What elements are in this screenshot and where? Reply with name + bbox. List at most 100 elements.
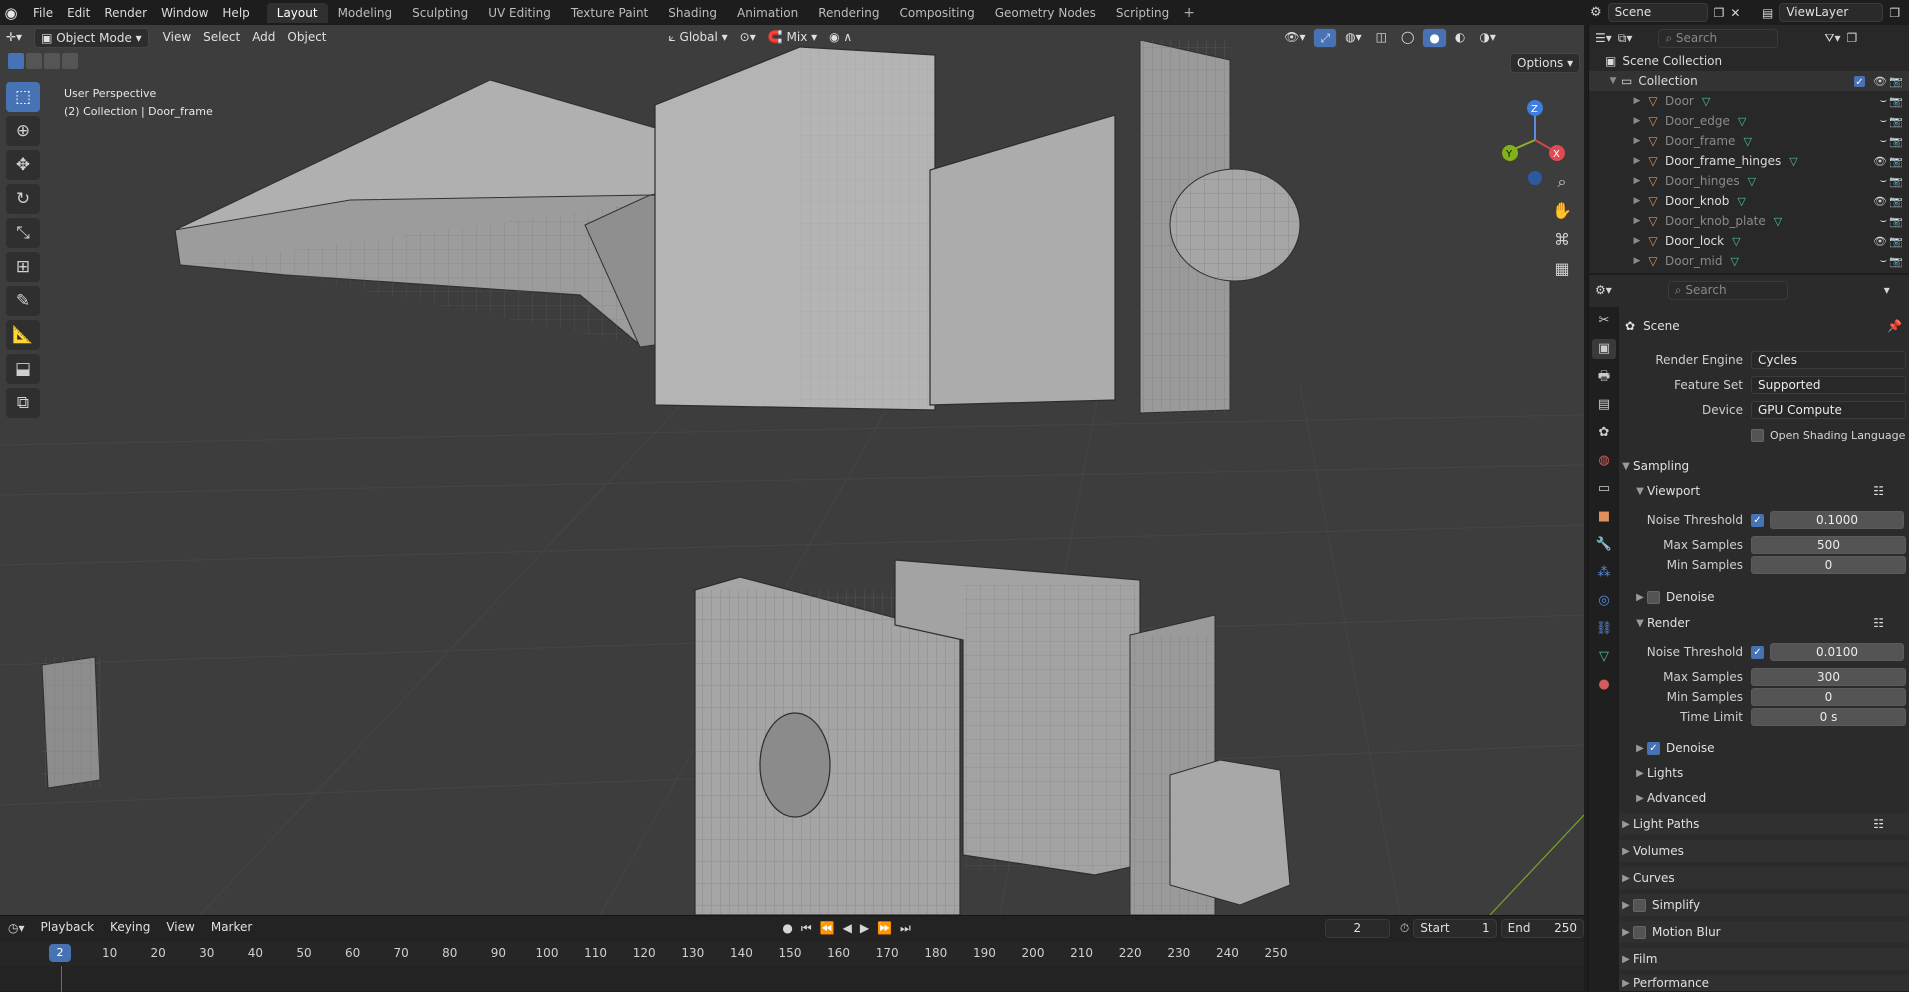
tab-layout[interactable]: Layout xyxy=(266,2,328,23)
properties-editor-type-icon[interactable]: ⚙▾ xyxy=(1595,283,1612,297)
feature-set-dropdown[interactable]: Supported xyxy=(1751,376,1906,394)
hidden-eye-icon[interactable]: ⌣ xyxy=(1880,214,1887,228)
menu-window[interactable]: Window xyxy=(154,6,215,20)
display-mode-icon[interactable]: ⧉▾ xyxy=(1618,31,1633,46)
viewport-presets-icon[interactable]: ☷ xyxy=(1873,484,1884,498)
render-camera-icon[interactable]: 📷 xyxy=(1889,215,1903,228)
curves-panel[interactable]: ▶ Curves xyxy=(1619,867,1909,889)
advanced-subpanel[interactable]: ▶ Advanced xyxy=(1619,787,1909,809)
viewport-menu-object[interactable]: Object xyxy=(281,28,332,48)
ortho-grid-icon[interactable]: ▦ xyxy=(1548,255,1576,283)
viewport-menu-add[interactable]: Add xyxy=(246,28,281,48)
light-paths-panel[interactable]: ▶ Light Paths ☷ xyxy=(1619,813,1909,835)
start-frame-field[interactable]: Start 1 xyxy=(1413,918,1497,938)
mode-dropdown[interactable]: ▣ Object Mode ▾ xyxy=(34,28,149,48)
simplify-panel[interactable]: ▶ Simplify xyxy=(1619,894,1909,916)
jump-end-icon[interactable]: ⏭ xyxy=(900,921,911,936)
prev-keyframe-icon[interactable]: ⏪ xyxy=(820,921,835,935)
light-paths-presets-icon[interactable]: ☷ xyxy=(1873,817,1884,831)
visibility-eye-icon[interactable]: 👁 xyxy=(1873,235,1887,248)
stopwatch-icon[interactable]: ⏱ xyxy=(1400,921,1409,936)
timeline-menu-keying[interactable]: Keying xyxy=(104,918,156,938)
vp-noise-threshold-field[interactable]: 0.1000 xyxy=(1770,511,1904,529)
hidden-eye-icon[interactable]: ⌣ xyxy=(1880,134,1887,148)
viewlayer-name-field[interactable]: ViewLayer xyxy=(1779,3,1884,22)
performance-panel[interactable]: ▶ Performance xyxy=(1619,975,1909,991)
tab-uv-editing[interactable]: UV Editing xyxy=(478,3,561,23)
material-tab-icon[interactable]: ● xyxy=(1592,675,1616,695)
properties-options-icon[interactable]: ▾ xyxy=(1884,283,1890,297)
vp-denoise-checkbox[interactable] xyxy=(1647,590,1660,604)
transform-tool-icon[interactable]: ⊞ xyxy=(6,252,40,282)
motion-blur-panel[interactable]: ▶ Motion Blur xyxy=(1619,921,1909,943)
outliner-item-door[interactable]: ▶ ▽ Door ▽ ⌣ 📷 xyxy=(1589,91,1909,111)
output-tab-icon[interactable]: 🖶 xyxy=(1592,367,1616,387)
new-scene-icon[interactable]: ❐ xyxy=(1714,6,1725,20)
tab-texture-paint[interactable]: Texture Paint xyxy=(561,3,658,23)
render-subpanel-header[interactable]: ▼ Render ☷ xyxy=(1619,612,1909,634)
select-extend-icon[interactable] xyxy=(26,53,42,69)
shading-rendered-icon[interactable]: ◑▾ xyxy=(1473,28,1502,48)
pan-hand-icon[interactable]: ✋ xyxy=(1548,197,1576,225)
render-camera-icon[interactable]: 📷 xyxy=(1889,115,1903,128)
collapse-icon[interactable]: ▼ xyxy=(1605,76,1621,86)
volumes-panel[interactable]: ▶ Volumes xyxy=(1619,840,1909,862)
render-camera-icon[interactable]: 📷 xyxy=(1889,95,1903,108)
collection-visibility-icon[interactable]: 👁 xyxy=(1873,75,1887,88)
new-viewlayer-icon[interactable]: ❐ xyxy=(1889,6,1900,20)
viewport-menu-view[interactable]: View xyxy=(157,28,197,48)
lights-subpanel[interactable]: ▶ Lights xyxy=(1619,762,1909,784)
scene-tab-icon[interactable]: ✿ xyxy=(1592,423,1616,443)
shading-solid-icon[interactable]: ● xyxy=(1422,28,1447,48)
play-icon[interactable]: ▶ xyxy=(860,921,869,935)
tab-modeling[interactable]: Modeling xyxy=(328,3,403,23)
outliner-item-door-mid[interactable]: ▶ ▽ Door_mid ▽ ⌣ 📷 xyxy=(1589,251,1909,271)
outliner-item-door-lock[interactable]: ▶ ▽ Door_lock ▽ 👁 📷 xyxy=(1589,231,1909,251)
viewlayer-icon[interactable]: ▤ xyxy=(1762,6,1773,20)
frame-ruler[interactable]: 2 10 20 30 40 50 60 70 80 90 100 110 120 130 140 150 16… xyxy=(0,942,1584,966)
vp-min-samples-field[interactable]: 0 xyxy=(1751,556,1906,574)
timeline-menu-view[interactable]: View xyxy=(160,918,200,938)
tool-tab-icon[interactable]: ✂ xyxy=(1592,311,1616,331)
hidden-eye-icon[interactable]: ⌣ xyxy=(1880,254,1887,268)
options-dropdown[interactable]: Options ▾ xyxy=(1510,53,1581,73)
hidden-eye-icon[interactable]: ⌣ xyxy=(1880,94,1887,108)
pin-icon[interactable]: 📌 xyxy=(1887,319,1902,333)
rotate-tool-icon[interactable]: ↻ xyxy=(6,184,40,214)
view-layer-tab-icon[interactable]: ▤ xyxy=(1592,395,1616,415)
zoom-icon[interactable]: ⌕ xyxy=(1548,168,1576,196)
render-presets-icon[interactable]: ☷ xyxy=(1873,616,1884,630)
playhead[interactable]: 2 xyxy=(49,944,71,962)
expand-icon[interactable]: ▶ xyxy=(1629,136,1645,146)
vp-denoise-subpanel[interactable]: ▶ Denoise xyxy=(1619,586,1909,608)
r-noise-threshold-field[interactable]: 0.0100 xyxy=(1770,643,1904,661)
viewport-subpanel-header[interactable]: ▼ Viewport ☷ xyxy=(1619,480,1909,502)
outliner-item-door-frame-hinges[interactable]: ▶ ▽ Door_frame_hinges ▽ 👁 📷 xyxy=(1589,151,1909,171)
measure-tool-icon[interactable]: 📐 xyxy=(6,320,40,350)
vp-noise-threshold-checkbox[interactable]: ✓ xyxy=(1751,513,1764,527)
timeline-menu-marker[interactable]: Marker xyxy=(205,918,258,938)
gizmo-toggle-icon[interactable]: ⤢ xyxy=(1313,28,1338,48)
world-tab-icon[interactable]: ◍ xyxy=(1592,451,1616,471)
visibility-icon[interactable]: 👁▾ xyxy=(1278,28,1311,48)
add-object-tool-icon[interactable]: ⧉ xyxy=(6,388,40,418)
r-denoise-subpanel[interactable]: ▶ ✓ Denoise xyxy=(1619,737,1909,759)
shading-material-icon[interactable]: ◐ xyxy=(1449,28,1471,48)
motion-blur-checkbox[interactable] xyxy=(1633,925,1646,939)
pivot-icon[interactable]: ⊙▾ xyxy=(734,28,762,48)
render-camera-icon[interactable]: 📷 xyxy=(1889,235,1903,248)
scale-tool-icon[interactable]: ⤡ xyxy=(6,218,40,248)
object-tab-icon[interactable]: ■ xyxy=(1592,507,1616,527)
expand-icon[interactable]: ▶ xyxy=(1629,96,1645,106)
tab-shading[interactable]: Shading xyxy=(658,3,727,23)
outliner-item-door-hinges[interactable]: ▶ ▽ Door_hinges ▽ ⌣ 📷 xyxy=(1589,171,1909,191)
data-tab-icon[interactable]: ▽ xyxy=(1592,647,1616,667)
tab-compositing[interactable]: Compositing xyxy=(889,3,984,23)
camera-view-icon[interactable]: ⌘ xyxy=(1548,226,1576,254)
collection-row[interactable]: ▼ ▭ Collection ✓ 👁 📷 xyxy=(1589,71,1909,91)
add-cube-tool-icon[interactable]: ⬓ xyxy=(6,354,40,384)
menu-file[interactable]: File xyxy=(26,6,60,20)
expand-icon[interactable]: ▶ xyxy=(1629,236,1645,246)
delete-scene-icon[interactable]: ✕ xyxy=(1730,6,1740,20)
expand-icon[interactable]: ▶ xyxy=(1629,176,1645,186)
